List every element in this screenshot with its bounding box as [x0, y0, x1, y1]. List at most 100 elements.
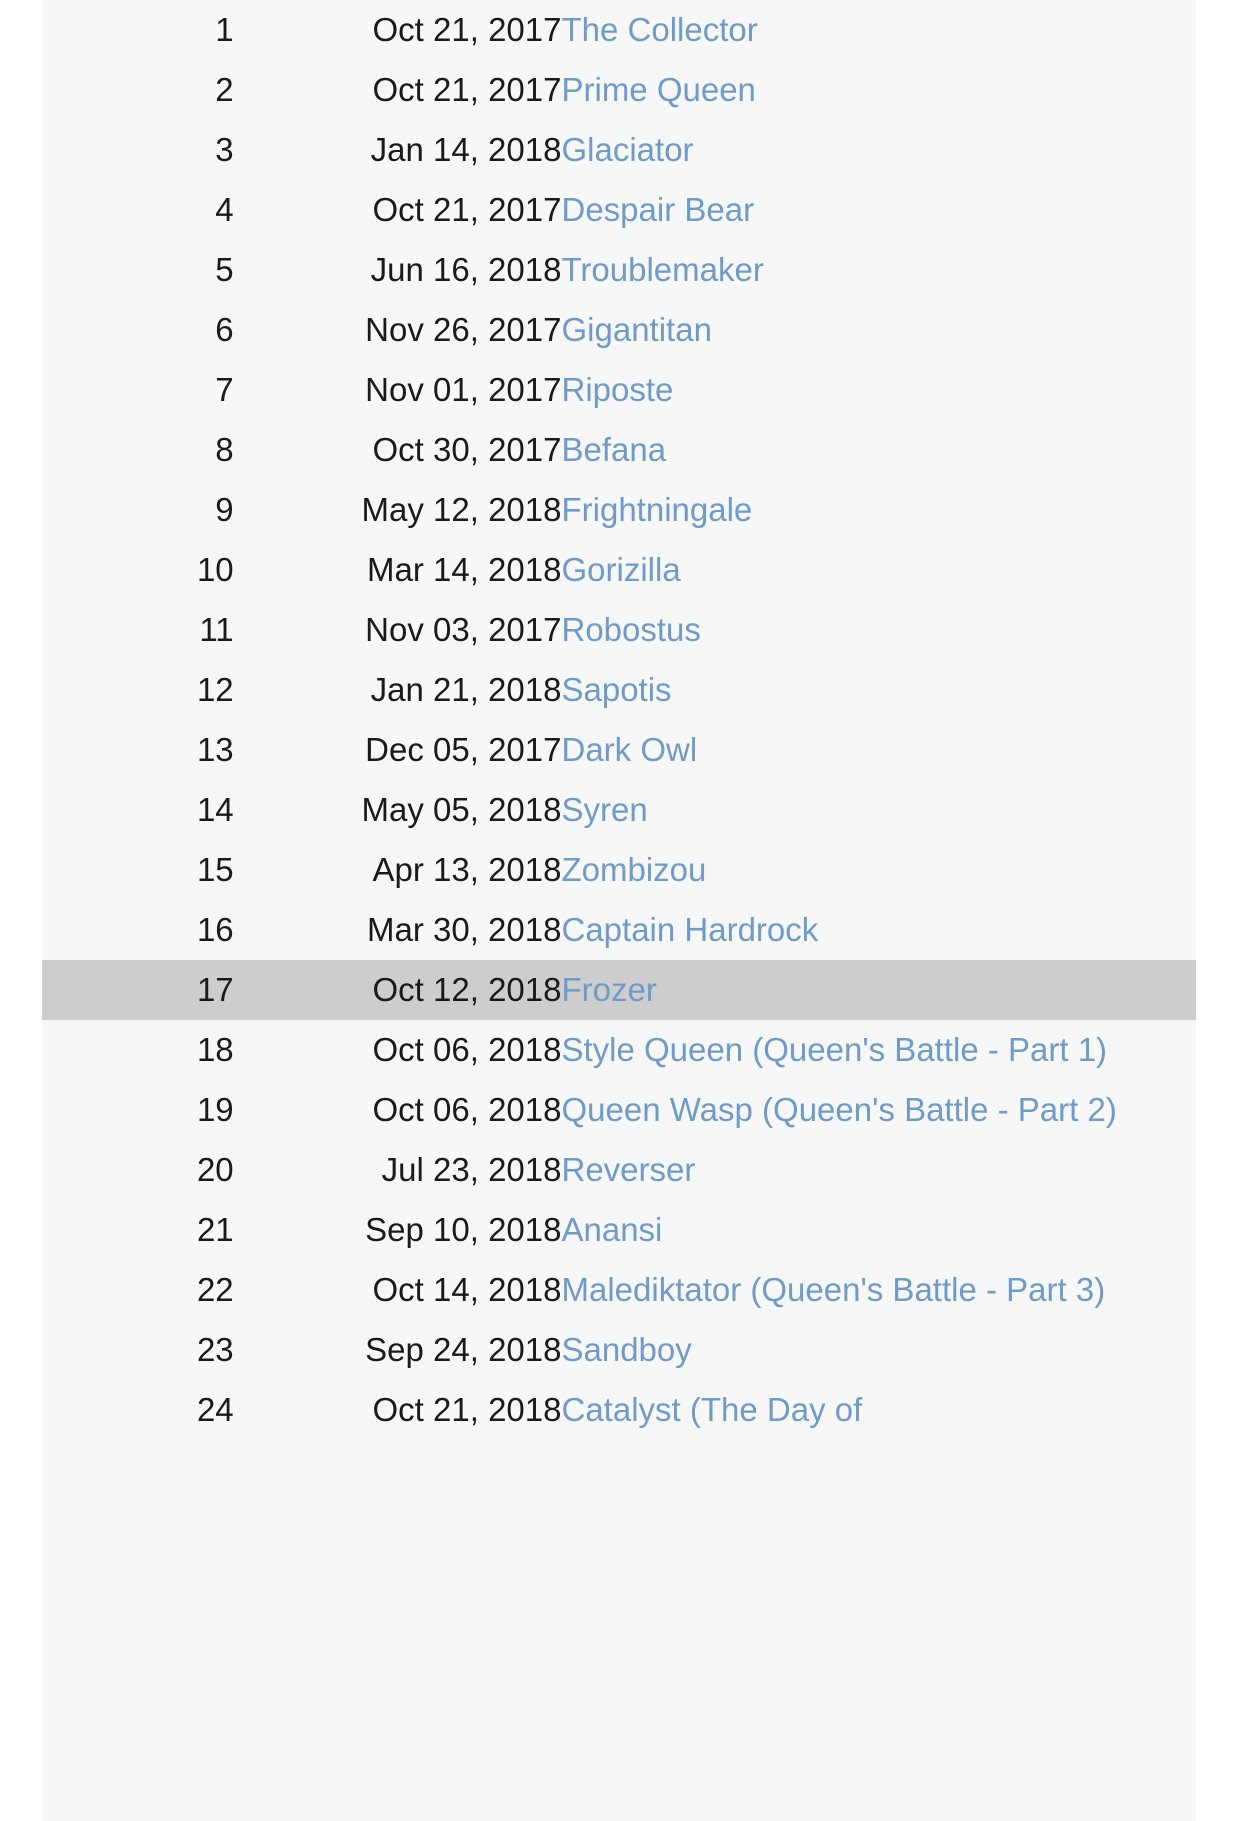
episode-title-link[interactable]: Prime Queen — [561, 71, 755, 108]
episode-number-cell: 21 — [42, 1200, 234, 1260]
episode-number-cell: 12 — [42, 660, 234, 720]
episode-title-cell: Despair Bear — [561, 180, 1196, 240]
episode-title-link[interactable]: Dark Owl — [561, 731, 697, 768]
episode-title-cell: Zombizou — [561, 840, 1196, 900]
episode-title-cell: Style Queen (Queen's Battle - Part 1) — [561, 1020, 1196, 1080]
episode-title-link[interactable]: Robostus — [561, 611, 700, 648]
content-panel: № Date 1Oct 21, 2017The Collector2Oct 21… — [42, 0, 1196, 1821]
episode-title-cell: Queen Wasp (Queen's Battle - Part 2) — [561, 1080, 1196, 1140]
episode-title-cell: Reverser — [561, 1140, 1196, 1200]
table-row[interactable]: 6Nov 26, 2017Gigantitan — [42, 300, 1196, 360]
episode-title-cell: Catalyst (The Day of — [561, 1380, 1196, 1440]
episode-date-cell: Oct 30, 2017 — [234, 420, 562, 480]
episode-title-cell: Befana — [561, 420, 1196, 480]
episode-title-cell: Sapotis — [561, 660, 1196, 720]
episode-title-link[interactable]: Frozer — [561, 971, 656, 1008]
episode-title-link[interactable]: Despair Bear — [561, 191, 754, 228]
page-root: № Date 1Oct 21, 2017The Collector2Oct 21… — [0, 0, 1241, 1821]
episode-title-link[interactable]: Sandboy — [561, 1331, 691, 1368]
table-row[interactable]: 5Jun 16, 2018Troublemaker — [42, 240, 1196, 300]
table-row[interactable]: 8Oct 30, 2017Befana — [42, 420, 1196, 480]
episode-title-link[interactable]: Riposte — [561, 371, 673, 408]
episode-title-link[interactable]: Catalyst (The Day of — [561, 1391, 862, 1428]
table-row[interactable]: 1Oct 21, 2017The Collector — [42, 0, 1196, 60]
episode-title-link[interactable]: Glaciator — [561, 131, 693, 168]
episode-title-cell: The Collector — [561, 0, 1196, 60]
episode-number-cell: 3 — [42, 120, 234, 180]
episode-number-cell: 23 — [42, 1320, 234, 1380]
episode-title-link[interactable]: Malediktator (Queen's Battle - Part 3) — [561, 1271, 1105, 1308]
episode-title-cell: Malediktator (Queen's Battle - Part 3) — [561, 1260, 1196, 1320]
episode-date-cell: Oct 21, 2017 — [234, 180, 562, 240]
table-row[interactable]: 14May 05, 2018Syren — [42, 780, 1196, 840]
table-row[interactable]: 3Jan 14, 2018Glaciator — [42, 120, 1196, 180]
episode-title-link[interactable]: Anansi — [561, 1211, 662, 1248]
table-row[interactable]: 17Oct 12, 2018Frozer — [42, 960, 1196, 1020]
episode-title-cell: Frozer — [561, 960, 1196, 1020]
episode-number-cell: 16 — [42, 900, 234, 960]
episode-date-cell: Mar 30, 2018 — [234, 900, 562, 960]
episode-date-cell: Sep 24, 2018 — [234, 1320, 562, 1380]
episode-date-cell: Oct 06, 2018 — [234, 1020, 562, 1080]
episode-date-cell: Jan 14, 2018 — [234, 120, 562, 180]
episode-title-link[interactable]: Sapotis — [561, 671, 671, 708]
episode-title-link[interactable]: Gorizilla — [561, 551, 680, 588]
table-row[interactable]: 19Oct 06, 2018Queen Wasp (Queen's Battle… — [42, 1080, 1196, 1140]
episode-list-table: 1Oct 21, 2017The Collector2Oct 21, 2017P… — [42, 0, 1196, 1440]
table-row[interactable]: 7Nov 01, 2017Riposte — [42, 360, 1196, 420]
episode-date-cell: Jun 16, 2018 — [234, 240, 562, 300]
episode-number-cell: 17 — [42, 960, 234, 1020]
episode-number-cell: 9 — [42, 480, 234, 540]
episode-date-cell: Nov 26, 2017 — [234, 300, 562, 360]
episode-date-cell: Jan 21, 2018 — [234, 660, 562, 720]
table-row[interactable]: 9May 12, 2018Frightningale — [42, 480, 1196, 540]
episode-number-cell: 15 — [42, 840, 234, 900]
episode-title-cell: Robostus — [561, 600, 1196, 660]
episode-date-cell: Oct 21, 2017 — [234, 0, 562, 60]
episode-title-cell: Gorizilla — [561, 540, 1196, 600]
episode-date-cell: Dec 05, 2017 — [234, 720, 562, 780]
episode-title-link[interactable]: Zombizou — [561, 851, 706, 888]
episode-date-cell: May 12, 2018 — [234, 480, 562, 540]
episode-title-cell: Sandboy — [561, 1320, 1196, 1380]
episode-title-link[interactable]: Reverser — [561, 1151, 695, 1188]
episode-title-link[interactable]: Frightningale — [561, 491, 752, 528]
table-row[interactable]: 2Oct 21, 2017Prime Queen — [42, 60, 1196, 120]
table-row[interactable]: 12Jan 21, 2018Sapotis — [42, 660, 1196, 720]
episode-date-cell: Apr 13, 2018 — [234, 840, 562, 900]
table-row[interactable]: 15Apr 13, 2018Zombizou — [42, 840, 1196, 900]
episode-title-cell: Glaciator — [561, 120, 1196, 180]
episode-title-link[interactable]: Captain Hardrock — [561, 911, 818, 948]
episode-title-cell: Gigantitan — [561, 300, 1196, 360]
episode-title-cell: Prime Queen — [561, 60, 1196, 120]
table-row[interactable]: 23Sep 24, 2018Sandboy — [42, 1320, 1196, 1380]
episode-title-cell: Syren — [561, 780, 1196, 840]
episode-title-link[interactable]: Troublemaker — [561, 251, 763, 288]
table-row[interactable]: 10Mar 14, 2018Gorizilla — [42, 540, 1196, 600]
episode-title-link[interactable]: Queen Wasp (Queen's Battle - Part 2) — [561, 1091, 1116, 1128]
episode-number-cell: 1 — [42, 0, 234, 60]
episode-number-cell: 14 — [42, 780, 234, 840]
table-row[interactable]: 20Jul 23, 2018Reverser — [42, 1140, 1196, 1200]
table-row[interactable]: 11Nov 03, 2017Robostus — [42, 600, 1196, 660]
table-row[interactable]: 13Dec 05, 2017Dark Owl — [42, 720, 1196, 780]
table-row[interactable]: 18Oct 06, 2018Style Queen (Queen's Battl… — [42, 1020, 1196, 1080]
table-row[interactable]: 24Oct 21, 2018Catalyst (The Day of — [42, 1380, 1196, 1440]
episode-title-cell: Dark Owl — [561, 720, 1196, 780]
episode-title-link[interactable]: Style Queen (Queen's Battle - Part 1) — [561, 1031, 1107, 1068]
episode-title-link[interactable]: The Collector — [561, 11, 757, 48]
episode-date-cell: Nov 03, 2017 — [234, 600, 562, 660]
episode-title-link[interactable]: Syren — [561, 791, 647, 828]
episode-title-link[interactable]: Befana — [561, 431, 666, 468]
episode-table-body: 1Oct 21, 2017The Collector2Oct 21, 2017P… — [42, 0, 1196, 1440]
table-row[interactable]: 21Sep 10, 2018Anansi — [42, 1200, 1196, 1260]
episode-title-link[interactable]: Gigantitan — [561, 311, 711, 348]
table-row[interactable]: 22Oct 14, 2018Malediktator (Queen's Batt… — [42, 1260, 1196, 1320]
episode-number-cell: 7 — [42, 360, 234, 420]
table-row[interactable]: 16Mar 30, 2018Captain Hardrock — [42, 900, 1196, 960]
episode-number-cell: 13 — [42, 720, 234, 780]
episode-number-cell: 18 — [42, 1020, 234, 1080]
episode-number-cell: 22 — [42, 1260, 234, 1320]
table-row[interactable]: 4Oct 21, 2017Despair Bear — [42, 180, 1196, 240]
episode-title-cell: Riposte — [561, 360, 1196, 420]
